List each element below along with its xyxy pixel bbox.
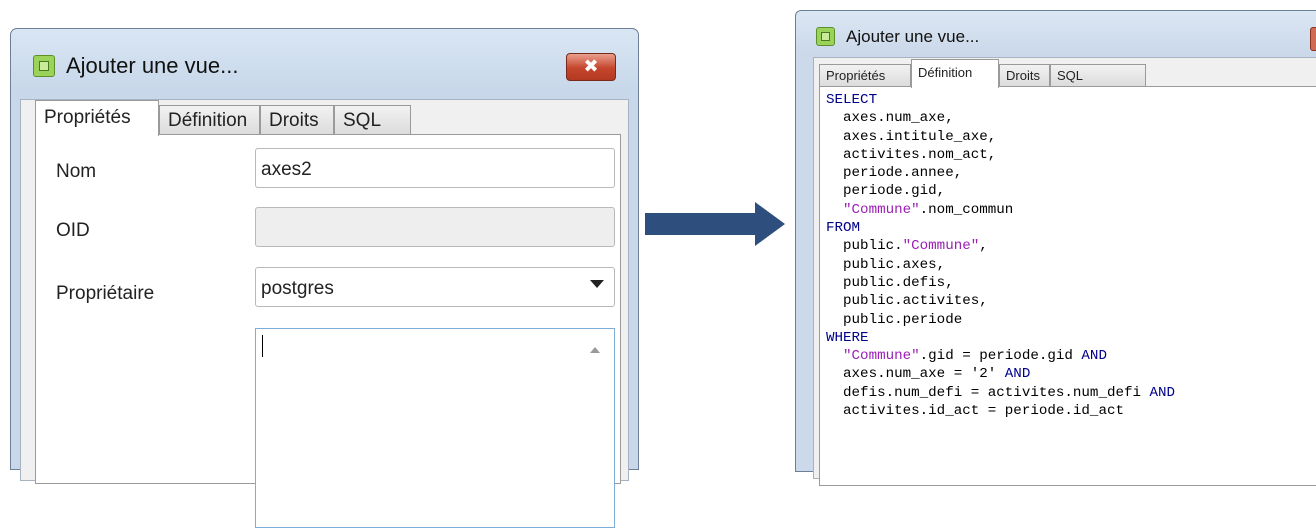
tab-proprietes[interactable]: Propriétés [35, 100, 159, 136]
sql-text: axes.num_axe = '2' [826, 366, 1005, 383]
right-dialog-client: Propriétés Définition Droits SQL SELECT … [813, 57, 1316, 486]
sql-line: activites.id_act = periode.id_act [826, 402, 1175, 420]
sql-keyword: WHERE [826, 329, 869, 346]
sql-keyword: AND [1149, 384, 1176, 401]
sql-line: public.periode [826, 311, 1175, 329]
tab-definition[interactable]: Définition [911, 59, 999, 88]
tab-label: Propriétés [44, 107, 131, 128]
sql-line: axes.intitule_axe, [826, 128, 1175, 146]
tab-label: SQL [1057, 68, 1084, 83]
sql-line: periode.gid, [826, 182, 1175, 200]
name-field-value: axes2 [261, 159, 312, 180]
right-dialog-title: Ajouter une vue... [846, 27, 980, 46]
text-cursor [262, 335, 263, 357]
sql-text: , [979, 238, 988, 255]
sql-line: public.axes, [826, 256, 1175, 274]
name-label: Nom [56, 161, 97, 182]
sql-line: SELECT [826, 91, 1175, 109]
tab-sql[interactable]: SQL [1050, 64, 1146, 87]
sql-text: periode.gid, [826, 183, 946, 200]
oid-field [255, 207, 615, 247]
sql-line: public."Commune", [826, 237, 1175, 255]
sql-keyword: AND [1004, 366, 1031, 383]
sql-line: WHERE [826, 329, 1175, 347]
sql-line: "Commune".nom_commun [826, 201, 1175, 219]
tab-label: Propriétés [826, 68, 886, 83]
sql-line: FROM [826, 219, 1175, 237]
sql-code: SELECT axes.num_axe, axes.intitule_axe, … [826, 91, 1175, 420]
owner-label: Propriétaire [56, 283, 155, 304]
sql-identifier: "Commune" [843, 201, 920, 218]
sql-text: periode.annee, [826, 165, 963, 182]
close-button[interactable] [1310, 27, 1316, 51]
sql-text: activites.id_act = periode.id_act [826, 403, 1124, 420]
comment-textarea[interactable] [255, 328, 615, 528]
app-window-icon [816, 27, 835, 46]
sql-text: public. [826, 238, 903, 255]
sql-line: "Commune".gid = periode.gid AND [826, 347, 1175, 365]
sql-line: axes.num_axe = '2' AND [826, 365, 1175, 383]
sql-text: public.defis, [826, 274, 954, 291]
sql-identifier: "Commune" [902, 238, 980, 255]
scroll-up-icon[interactable] [590, 347, 600, 353]
left-dialog-title: Ajouter une vue... [66, 53, 239, 78]
sql-text: public.axes, [826, 256, 946, 273]
sql-definition-editor[interactable]: SELECT axes.num_axe, axes.intitule_axe, … [819, 86, 1316, 486]
tab-definition[interactable]: Définition [159, 105, 260, 135]
right-arrow-icon [645, 202, 785, 246]
tab-label: Droits [269, 110, 319, 131]
tab-label: Droits [1006, 68, 1040, 83]
arrow-shape [645, 202, 785, 246]
sql-identifier: "Commune" [843, 348, 920, 365]
left-dialog-window: Ajouter une vue... ✖ Propriétés Définiti… [10, 28, 639, 528]
close-button[interactable]: ✖ [566, 53, 616, 81]
left-dialog-titlebar[interactable]: Ajouter une vue... ✖ [11, 29, 638, 101]
sql-text: axes.intitule_axe, [826, 128, 997, 145]
tab-proprietes[interactable]: Propriétés [819, 64, 911, 87]
sql-text: public.periode [826, 311, 963, 328]
tab-label: SQL [343, 110, 382, 131]
close-icon: ✖ [583, 56, 599, 77]
sql-text: axes.num_axe, [826, 110, 954, 127]
sql-line: public.defis, [826, 274, 1175, 292]
sql-text: defis.num_defi = activites.num_defi [826, 384, 1150, 401]
sql-line: axes.num_axe, [826, 109, 1175, 127]
sql-line: public.activites, [826, 292, 1175, 310]
properties-panel: Nom axes2 OID Propriétaire postgres [35, 134, 621, 528]
owner-select-value: postgres [261, 278, 334, 299]
sql-text: activites.nom_act, [826, 146, 997, 163]
sql-line: periode.annee, [826, 164, 1175, 182]
left-dialog-client: Propriétés Définition Droits SQL Nom axe… [20, 99, 629, 528]
tab-label: Définition [918, 65, 973, 80]
sql-keyword: SELECT [826, 92, 878, 108]
app-window-icon [33, 55, 55, 77]
sql-text: public.activites, [826, 293, 988, 310]
sql-text: .nom_commun [919, 201, 1014, 218]
chevron-down-icon[interactable] [590, 280, 604, 288]
owner-select[interactable]: postgres [255, 267, 615, 307]
tab-label: Définition [168, 110, 248, 131]
sql-keyword: FROM [826, 220, 861, 237]
sql-text: .gid = periode.gid [919, 348, 1082, 365]
tab-droits[interactable]: Droits [999, 64, 1050, 87]
tab-droits[interactable]: Droits [260, 105, 334, 135]
oid-label: OID [56, 220, 90, 241]
sql-line: activites.nom_act, [826, 146, 1175, 164]
sql-line: defis.num_defi = activites.num_defi AND [826, 384, 1175, 402]
name-field[interactable]: axes2 [255, 148, 615, 188]
right-dialog-window: Ajouter une vue... Propriétés Définition… [795, 10, 1316, 486]
sql-keyword: AND [1081, 348, 1107, 365]
tab-sql[interactable]: SQL [334, 105, 411, 135]
